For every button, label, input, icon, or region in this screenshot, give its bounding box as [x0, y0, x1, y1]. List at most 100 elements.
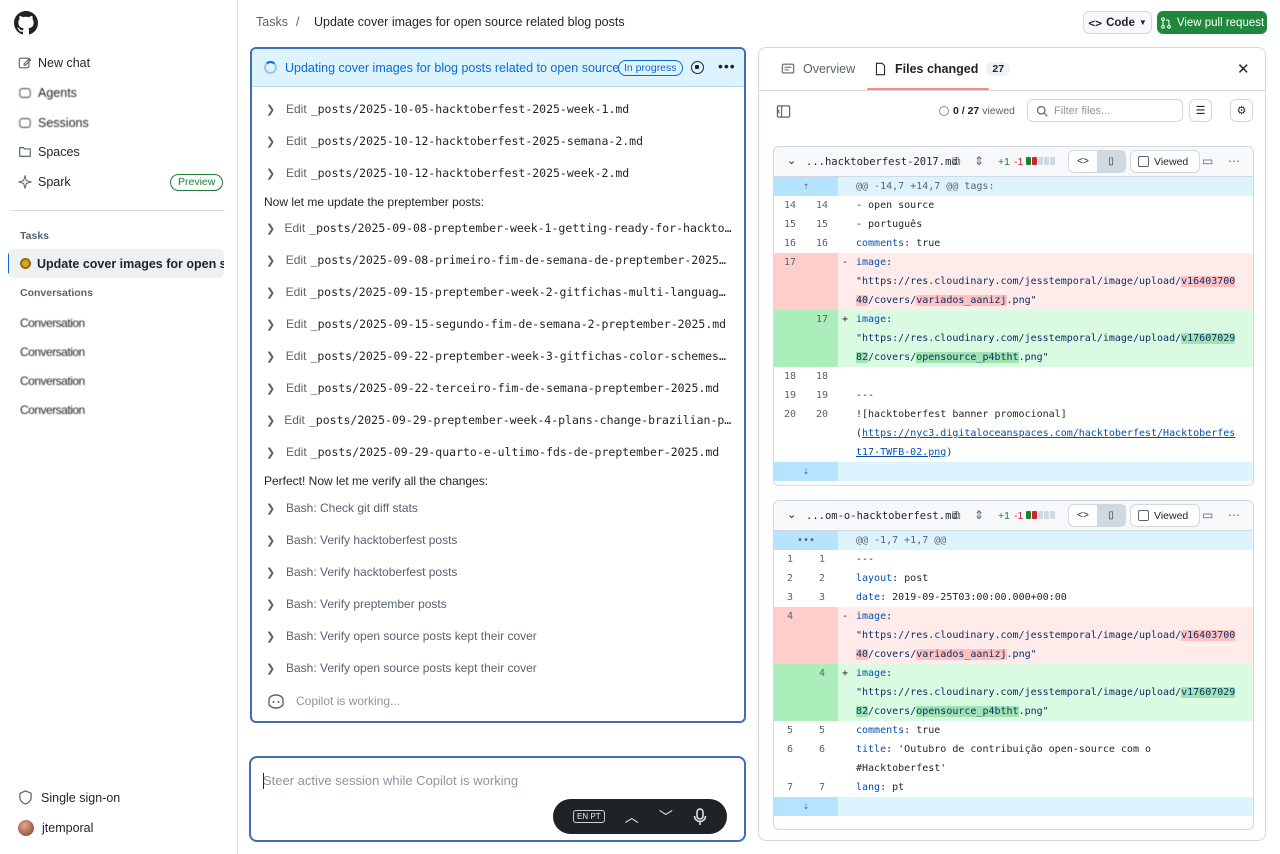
hunk-text: @@ -1,7 +1,7 @@ [856, 535, 947, 546]
old-line-number: 16 [783, 238, 797, 249]
more-options-icon[interactable]: ••• [718, 58, 736, 74]
more-options-icon[interactable]: ⋯ [1228, 154, 1240, 168]
settings-button[interactable]: ⚙ [1230, 99, 1253, 122]
log-row-bash[interactable]: ❯ Bash: Verify preptember posts [266, 597, 732, 611]
code-text: title: 'Outubro de contribuição open-sou… [852, 740, 1253, 759]
log-row-edit[interactable]: ❯ Edit _posts/2025-09-08-primeiro-fim-de-s… [266, 253, 732, 267]
diff-sign [838, 759, 852, 778]
log-bash-label: Bash: Verify preptember posts [286, 597, 447, 611]
diff-sign [838, 367, 852, 386]
new-line-number [806, 626, 838, 645]
viewed-checkbox[interactable]: Viewed [1130, 504, 1200, 527]
additions-count: +1 [998, 510, 1010, 522]
diff-sign [838, 215, 852, 234]
log-row-edit[interactable]: ❯ Edit _posts/2025-09-22-preptember-week-3… [266, 349, 732, 363]
new-line-number: 3 [818, 592, 826, 603]
expand-down-icon[interactable]: ⇣ [774, 797, 838, 816]
single-sign-on-link[interactable]: Single sign-on [18, 790, 120, 805]
breadcrumb-tasks[interactable]: Tasks [256, 15, 288, 29]
expand-icon[interactable]: ⇕ [974, 508, 984, 522]
sidebar-item-sessions[interactable]: Sessions [18, 113, 89, 133]
chevron-down-icon[interactable]: ⌄ [787, 154, 796, 167]
code-value: .png" [1018, 352, 1049, 363]
diff-line: 17 - image: [774, 253, 1253, 272]
viewed-progress: 0 / 27 viewed [953, 105, 1015, 117]
yaml-key: comments [856, 725, 905, 736]
github-logo-icon[interactable] [14, 11, 38, 35]
new-line-number [806, 424, 838, 443]
rich-view-icon[interactable]: ▯ [1097, 505, 1125, 526]
microphone-icon[interactable] [693, 807, 707, 826]
diff-sign [838, 569, 852, 588]
comment-icon[interactable]: ▭ [1202, 508, 1213, 522]
copy-icon[interactable]: ⧉ [952, 154, 961, 169]
hunk-header: ••• @@ -1,7 +1,7 @@ [774, 531, 1253, 550]
diff-view-toggle[interactable]: <> ▯ [1068, 150, 1126, 173]
conversation-item[interactable]: Conversation [20, 345, 85, 359]
log-row-bash[interactable]: ❯ Bash: Verify hacktoberfest posts [266, 565, 732, 579]
sidebar-toggle-icon[interactable] [776, 104, 791, 119]
old-line-number [774, 329, 806, 348]
user-menu[interactable]: jtemporal [18, 820, 93, 836]
viewed-checkbox[interactable]: Viewed [1130, 150, 1200, 173]
log-row-bash[interactable]: ❯ Bash: Verify hacktoberfest posts [266, 533, 732, 547]
copy-icon[interactable]: ⧉ [952, 508, 961, 523]
log-row-edit[interactable]: ❯ Edit _posts/2025-09-15-preptember-week-2… [266, 285, 732, 299]
code-link[interactable]: https://nyc3.digitaloceanspaces.com/hack… [862, 428, 1235, 439]
code-view-icon[interactable]: <> [1069, 151, 1097, 172]
code-button[interactable]: <> Code ▼ [1083, 11, 1152, 34]
keyboard-language-icon[interactable]: EN PT [573, 810, 605, 823]
filter-options-button[interactable]: ☰ [1189, 99, 1212, 122]
log-row-edit[interactable]: ❯ Edit _posts/2025-10-12-hacktoberfest-202… [266, 166, 732, 180]
tab-files-changed[interactable]: Files changed 27 [874, 62, 1011, 76]
expand-up-icon[interactable]: ⇡ [774, 177, 838, 196]
chevron-up-icon[interactable]: ︿ [625, 807, 639, 827]
code-value: : 'Outubro de contribuição open-source c… [886, 744, 1152, 755]
hunk-text: @@ -14,7 +14,7 @@ tags: [856, 181, 995, 192]
conversation-item[interactable]: Conversation [20, 316, 85, 330]
code-text: image: [852, 310, 1253, 329]
conversation-item[interactable]: Conversation [20, 403, 85, 417]
log-row-edit[interactable]: ❯ Edit _posts/2025-09-22-terceiro-fim-de-s… [266, 381, 732, 395]
new-chat-link[interactable]: New chat [18, 53, 90, 73]
conversation-item[interactable]: Conversation [20, 374, 85, 388]
more-options-icon[interactable]: ⋯ [1228, 508, 1240, 522]
filter-files-input[interactable]: Filter files... [1027, 99, 1183, 122]
expand-icon[interactable]: ⇕ [974, 154, 984, 168]
log-row-edit[interactable]: ❯ Edit _posts/2025-10-05-hacktoberfest-202… [266, 102, 732, 116]
log-row-bash[interactable]: ❯ Bash: Verify open source posts kept the… [266, 661, 732, 675]
rich-view-icon[interactable]: ▯ [1097, 151, 1125, 172]
log-row-edit[interactable]: ❯ Edit _posts/2025-09-29-quarto-e-ultimo-f… [266, 445, 732, 459]
file-name: ...om-o-hacktoberfest.md [806, 510, 958, 522]
log-row-edit[interactable]: ❯ Edit _posts/2025-10-12-hacktoberfest-202… [266, 134, 732, 148]
log-row-edit[interactable]: ❯ Edit _posts/2025-09-08-preptember-week-1… [266, 221, 732, 235]
log-row-bash[interactable]: ❯ Bash: Check git diff stats [266, 501, 732, 515]
log-row-bash[interactable]: ❯ Bash: Verify open source posts kept the… [266, 629, 732, 643]
log-path: _posts/2025-09-22-preptember-week-3-gitf… [310, 349, 732, 363]
diff-line: "https://res.cloudinary.com/jesstemporal… [774, 683, 1253, 702]
log-row-edit[interactable]: ❯ Edit _posts/2025-09-29-preptember-week-4… [266, 413, 732, 427]
close-icon[interactable]: ✕ [1237, 60, 1250, 78]
expand-down-icon[interactable]: ⇣ [774, 462, 838, 481]
chevron-down-icon[interactable]: ⌄ [787, 508, 796, 521]
sidebar-item-spaces[interactable]: Spaces [18, 142, 80, 162]
code-link[interactable]: t17-TWFB-02.png [856, 447, 946, 458]
stop-icon[interactable] [691, 61, 704, 74]
code-value: /covers/ [868, 352, 917, 363]
tab-overview[interactable]: Overview [781, 62, 855, 76]
sidebar-item-agents[interactable]: Agents [18, 83, 77, 103]
chevron-down-icon[interactable]: ﹀ [659, 807, 673, 827]
chevron-right-icon: ❯ [266, 534, 276, 547]
copilot-icon [268, 694, 284, 709]
diff-view-toggle[interactable]: <> ▯ [1068, 504, 1126, 527]
sidebar-item-spark[interactable]: Spark [18, 172, 71, 192]
chevron-right-icon: ❯ [266, 598, 276, 611]
expand-all-icon[interactable]: ••• [774, 531, 838, 550]
diff-line: 15 15 - português [774, 215, 1253, 234]
diff-sign: + [841, 668, 849, 679]
log-row-edit[interactable]: ❯ Edit _posts/2025-09-15-segundo-fim-de-se… [266, 317, 732, 331]
view-pull-request-button[interactable]: View pull request [1157, 11, 1267, 34]
code-view-icon[interactable]: <> [1069, 505, 1097, 526]
comment-icon[interactable]: ▭ [1202, 154, 1213, 168]
sidebar-task-active[interactable]: Update cover images for open source [8, 249, 224, 278]
